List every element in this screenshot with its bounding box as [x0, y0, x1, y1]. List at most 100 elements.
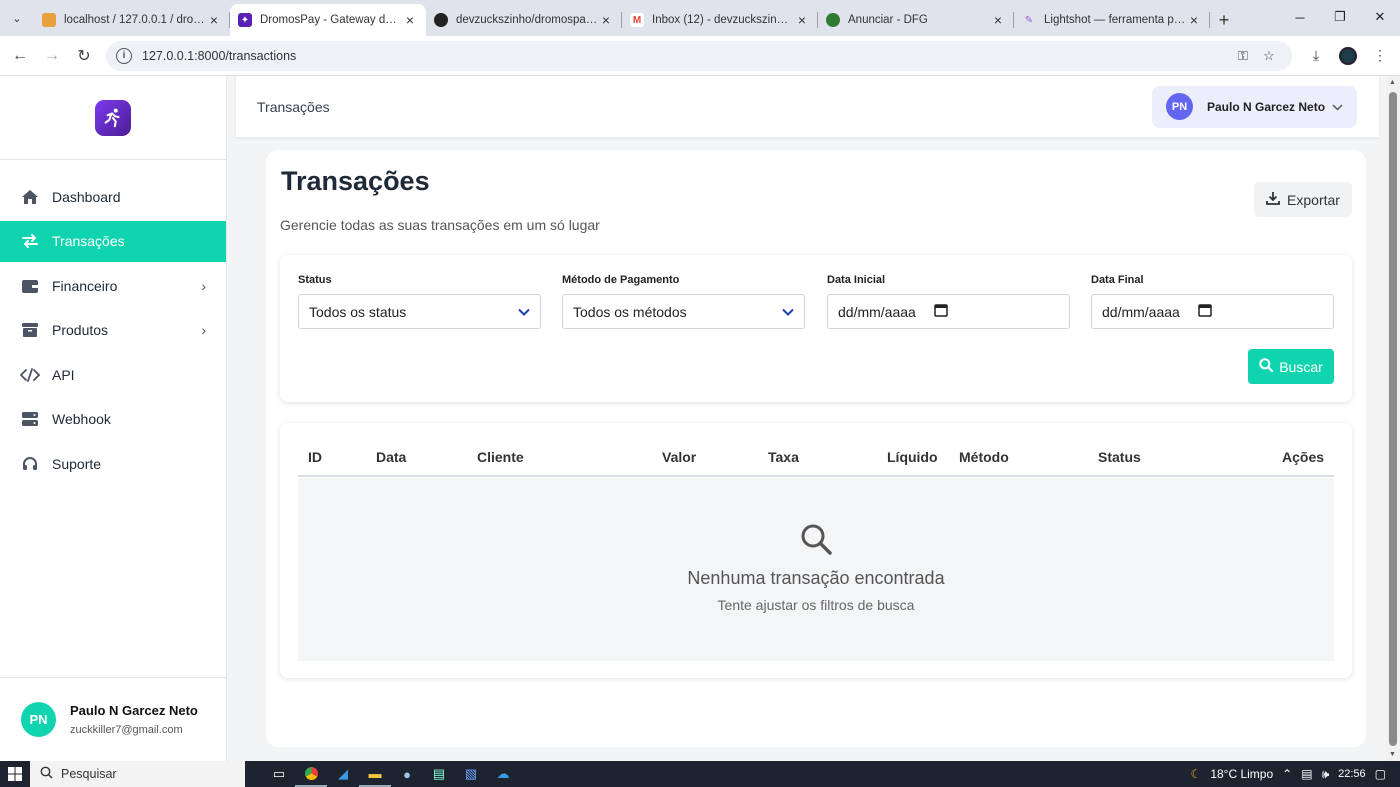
back-icon[interactable]: ←: [4, 40, 36, 72]
sidebar-item-transacoes[interactable]: Transações: [0, 220, 226, 262]
tab-search-button[interactable]: ⌄: [0, 0, 34, 36]
chrome-icon[interactable]: [295, 761, 327, 787]
notepad-icon[interactable]: ▤: [423, 761, 455, 787]
menu-icon[interactable]: ⋮: [1364, 40, 1396, 72]
column-header-status[interactable]: Status: [1098, 449, 1141, 465]
notifications-icon[interactable]: ▢: [1375, 767, 1386, 781]
key-icon[interactable]: ⚿: [1230, 48, 1256, 64]
column-header-metodo[interactable]: Método: [959, 449, 1009, 465]
volume-icon[interactable]: 🕪: [1322, 767, 1330, 782]
scroll-down-icon[interactable]: ▼: [1389, 751, 1396, 758]
weather-icon[interactable]: ☾: [1191, 767, 1202, 781]
calendar-icon[interactable]: [1198, 303, 1212, 320]
column-header-valor[interactable]: Valor: [662, 449, 696, 465]
chevron-up-icon[interactable]: ⌃: [1282, 767, 1292, 781]
sidebar-item-produtos[interactable]: Produtos ›: [0, 310, 226, 351]
box-icon: [20, 320, 40, 340]
swap-icon: [20, 231, 40, 251]
site-info-icon[interactable]: i: [116, 47, 132, 64]
end-date-input[interactable]: dd/mm/aaaa: [1091, 294, 1334, 329]
start-date-filter: Data Inicial dd/mm/aaaa: [827, 274, 1070, 329]
sidebar-item-label: Produtos: [52, 322, 109, 338]
empty-state-hint: Tente ajustar os filtros de busca: [717, 597, 915, 613]
onedrive-icon[interactable]: ☁: [487, 761, 519, 787]
start-date-input[interactable]: dd/mm/aaaa: [827, 294, 1070, 329]
sidebar-user[interactable]: PN Paulo N Garcez Neto zuckkiller7@gmail…: [0, 677, 226, 761]
column-header-liquido[interactable]: Líquido: [887, 449, 938, 465]
user-name: Paulo N Garcez Neto: [70, 703, 198, 718]
download-icon: [1266, 191, 1280, 208]
browser-tab[interactable]: Anunciar - DFG ×: [818, 4, 1014, 36]
browser-tab[interactable]: localhost / 127.0.0.1 / dromospay ×: [34, 4, 230, 36]
globe-icon: [826, 13, 840, 27]
windows-start-icon[interactable]: [0, 767, 30, 781]
column-header-id[interactable]: ID: [308, 449, 322, 465]
sidebar: Dashboard Transações Financeiro › Produt…: [0, 76, 227, 761]
export-label: Exportar: [1287, 191, 1340, 208]
star-icon[interactable]: ☆: [1256, 48, 1282, 64]
headset-icon: [20, 454, 40, 474]
code-icon: [20, 365, 40, 385]
sidebar-nav: Dashboard Transações Financeiro › Produt…: [0, 176, 226, 484]
page-title: Transações: [281, 166, 430, 196]
weather-text[interactable]: 18°C Limpo: [1210, 767, 1273, 781]
chevron-right-icon: ›: [201, 322, 206, 338]
search-button[interactable]: Buscar: [1248, 349, 1334, 384]
task-view-icon[interactable]: ▭: [263, 761, 295, 787]
calendar-icon[interactable]: [934, 303, 948, 320]
column-header-data[interactable]: Data: [376, 449, 406, 465]
user-menu-button[interactable]: PN Paulo N Garcez Neto: [1152, 85, 1357, 128]
tab-title: localhost / 127.0.0.1 / dromospay: [64, 14, 206, 26]
app-icon[interactable]: ▧: [455, 761, 487, 787]
page-scrollbar[interactable]: ▲ ▼: [1386, 76, 1400, 761]
minimize-icon[interactable]: ─: [1280, 0, 1320, 34]
close-window-icon[interactable]: ✕: [1360, 0, 1400, 34]
sidebar-item-suporte[interactable]: Suporte: [0, 443, 226, 484]
clock[interactable]: 22:56: [1338, 768, 1366, 780]
steam-icon[interactable]: ●: [391, 761, 423, 787]
column-header-cliente[interactable]: Cliente: [477, 449, 524, 465]
browser-tab[interactable]: ✎ Lightshot — ferramenta para ×: [1014, 4, 1210, 36]
close-icon[interactable]: ×: [206, 12, 222, 28]
close-icon[interactable]: ×: [598, 12, 614, 28]
browser-tab-active[interactable]: ✦ DromosPay - Gateway de Pagamento ×: [230, 4, 426, 36]
download-icon[interactable]: ⤓: [1300, 40, 1332, 72]
forward-icon[interactable]: →: [36, 40, 68, 72]
scrollbar-thumb[interactable]: [1389, 92, 1397, 746]
sidebar-item-webhook[interactable]: Webhook: [0, 399, 226, 440]
file-explorer-icon[interactable]: ▬: [359, 761, 391, 787]
close-icon[interactable]: ×: [794, 12, 810, 28]
sidebar-item-label: Transações: [52, 233, 125, 249]
new-tab-button[interactable]: +: [1210, 4, 1238, 36]
column-header-acoes[interactable]: Ações: [1282, 449, 1324, 465]
url-input[interactable]: i 127.0.0.1:8000/transactions ⚿ ☆: [106, 40, 1292, 71]
gmail-icon: M: [630, 13, 644, 27]
browser-tab[interactable]: M Inbox (12) - devzuckszinho@ ×: [622, 4, 818, 36]
sidebar-item-api[interactable]: API: [0, 354, 226, 395]
method-select[interactable]: Todos os métodos: [562, 294, 805, 329]
network-icon[interactable]: ▤: [1301, 767, 1312, 781]
browser-tab[interactable]: devzuckszinho/dromospay: g ×: [426, 4, 622, 36]
close-icon[interactable]: ×: [1186, 12, 1202, 28]
vscode-icon[interactable]: ◢: [327, 761, 359, 787]
scroll-up-icon[interactable]: ▲: [1389, 79, 1396, 86]
column-header-taxa[interactable]: Taxa: [768, 449, 799, 465]
close-icon[interactable]: ×: [402, 12, 418, 28]
search-icon: [799, 522, 833, 556]
taskbar-search-input[interactable]: Pesquisar: [30, 761, 245, 787]
status-select[interactable]: Todos os status: [298, 294, 541, 329]
logo[interactable]: [95, 99, 131, 136]
close-icon[interactable]: ×: [990, 12, 1006, 28]
reload-icon[interactable]: ↻: [68, 40, 100, 72]
search-button-label: Buscar: [1279, 358, 1323, 375]
restore-icon[interactable]: ❐: [1320, 0, 1360, 34]
profile-avatar[interactable]: [1332, 40, 1364, 72]
sidebar-item-dashboard[interactable]: Dashboard: [0, 176, 226, 217]
wallet-icon: [20, 276, 40, 296]
tab-title: Lightshot — ferramenta para: [1044, 14, 1186, 26]
export-button[interactable]: Exportar: [1254, 182, 1352, 217]
status-filter-label: Status: [298, 274, 332, 286]
method-select-value: Todos os métodos: [573, 303, 687, 320]
sidebar-item-financeiro[interactable]: Financeiro ›: [0, 265, 226, 306]
page-header: Transações PN Paulo N Garcez Neto: [236, 76, 1379, 137]
